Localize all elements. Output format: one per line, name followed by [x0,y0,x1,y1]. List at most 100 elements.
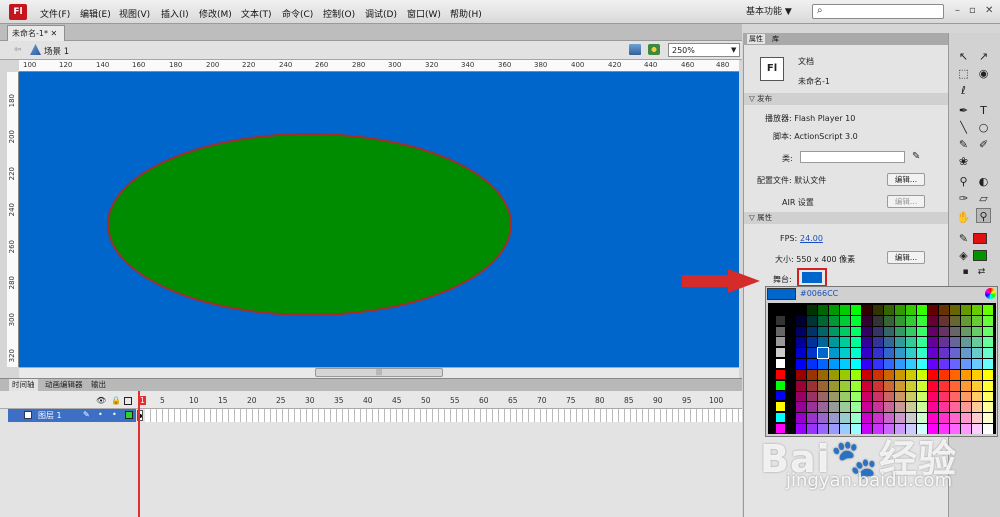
swatch-cell[interactable] [928,305,938,315]
swatch-cell[interactable] [776,359,785,368]
swatch-cell[interactable] [983,424,993,434]
tab-output[interactable]: 输出 [88,379,109,391]
swatch-cell[interactable] [884,315,894,326]
swatch-cell[interactable] [807,391,817,402]
swatch-cell[interactable] [939,370,949,380]
swatch-cell[interactable] [895,348,905,358]
pencil-icon[interactable]: ✎ [912,151,920,162]
swatch-cell[interactable] [796,326,806,337]
swatch-cell[interactable] [776,391,785,401]
swatch-cell[interactable] [829,402,839,413]
swatch-cell[interactable] [873,315,883,326]
swatch-cell[interactable] [961,391,971,402]
swatch-cell[interactable] [796,380,806,391]
stroke-color-swatch[interactable] [973,233,987,244]
color-hex-value[interactable]: #0066CC [800,289,838,298]
restore-button[interactable]: ▫ [969,5,976,16]
swatch-cell[interactable] [776,402,785,412]
swatch-cell[interactable] [939,348,949,358]
swatch-cell[interactable] [851,337,861,348]
swatch-cell[interactable] [862,391,872,402]
swatch-cell[interactable] [776,413,785,422]
swatch-cell[interactable] [895,305,905,315]
swatch-cell[interactable] [818,305,828,315]
edit-profile-button[interactable]: 编辑... [887,173,925,186]
eraser-tool-icon[interactable]: ▱ [976,191,991,206]
swatch-cell[interactable] [807,326,817,337]
swatch-cell[interactable] [776,326,785,336]
swatch-cell[interactable] [972,337,982,348]
swatch-cell[interactable] [884,370,894,380]
swatch-cell[interactable] [895,380,905,391]
class-input[interactable] [800,151,905,163]
swatch-cell[interactable] [829,348,839,358]
free-transform-tool-icon[interactable]: ⬚ [956,66,971,81]
swatch-cell[interactable] [851,348,861,358]
swatch-cell[interactable] [776,305,785,314]
edit-scene-icon[interactable] [629,44,641,55]
swatch-cell[interactable] [873,348,883,358]
swatch-cell[interactable] [851,391,861,402]
swatch-cell[interactable] [939,305,949,315]
swatch-cell[interactable] [906,402,916,413]
swatch-cell[interactable] [895,413,905,423]
swatch-cell[interactable] [983,391,993,402]
swatch-cell[interactable] [950,380,960,391]
edit-size-button[interactable]: 编辑... [887,251,925,264]
swatch-cell[interactable] [807,348,817,358]
lock-icon[interactable]: 🔒 [111,396,121,405]
swatch-cell[interactable] [862,413,872,423]
swatch-cell[interactable] [950,305,960,315]
swatch-cell[interactable] [906,305,916,315]
swatch-cell[interactable] [928,402,938,413]
swatch-cell[interactable] [796,402,806,413]
swatch-cell[interactable] [862,370,872,380]
swatch-cell[interactable] [895,402,905,413]
swatch-cell[interactable] [840,359,850,369]
swatch-cell[interactable] [776,380,785,390]
default-colors-icon[interactable]: ▪ [958,265,973,280]
menu-modify[interactable]: 修改(M) [199,7,232,20]
text-tool-icon[interactable]: T [976,103,991,118]
swatch-cell[interactable] [818,413,828,423]
deco-tool-icon[interactable]: ❀ [956,154,971,169]
menu-commands[interactable]: 命令(C) [282,7,313,20]
swatch-cell[interactable] [906,370,916,380]
lock-dot-icon[interactable]: • [112,410,117,419]
swatch-cell[interactable] [829,326,839,337]
swatch-cell[interactable] [950,391,960,402]
menu-window[interactable]: 窗口(W) [407,7,441,20]
tab-timeline[interactable]: 时间轴 [9,379,38,391]
swatch-cell[interactable] [829,370,839,380]
swatch-cell[interactable] [961,424,971,434]
swatch-cell[interactable] [928,370,938,380]
swatch-cell[interactable] [895,326,905,337]
swatch-cell[interactable] [862,348,872,358]
swatch-cell[interactable] [884,413,894,423]
swatch-cell[interactable] [972,359,982,369]
swatch-cell[interactable] [895,337,905,348]
swatch-cell[interactable] [776,315,785,325]
swatch-cell[interactable] [776,369,785,379]
swatch-cell[interactable] [950,402,960,413]
swatch-cell[interactable] [818,326,828,337]
swatch-cell[interactable] [807,413,817,423]
swatch-cell[interactable] [972,326,982,337]
swatch-cell[interactable] [983,337,993,348]
green-ellipse-shape[interactable] [107,133,512,316]
swatch-cell[interactable] [972,370,982,380]
swatch-cell[interactable] [917,359,927,369]
swatch-cell[interactable] [807,402,817,413]
swatch-cell[interactable] [776,348,785,358]
swatch-cell[interactable] [840,413,850,423]
swatch-cell[interactable] [928,359,938,369]
swatch-cell[interactable] [862,380,872,391]
swatch-cell[interactable] [796,337,806,348]
swatch-cell[interactable] [807,380,817,391]
swatch-cell[interactable] [873,337,883,348]
scrollbar-thumb[interactable]: ||| [315,368,443,377]
swatch-cell[interactable] [939,413,949,423]
swatch-cell[interactable] [818,337,828,348]
swatch-cell[interactable] [961,305,971,315]
playhead[interactable] [138,391,140,517]
